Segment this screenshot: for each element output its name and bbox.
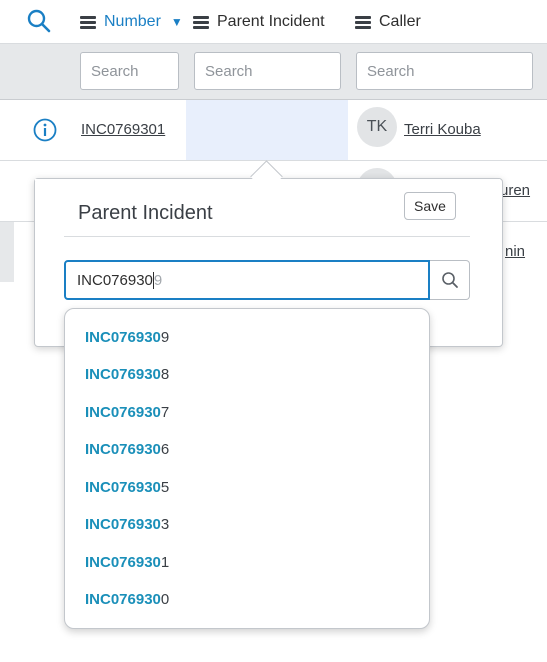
list-item[interactable]: INC0769301: [85, 554, 169, 571]
column-label[interactable]: Caller: [379, 13, 421, 31]
caller-link[interactable]: uren: [500, 182, 530, 199]
column-header-number[interactable]: Number ▼: [80, 10, 183, 34]
column-label[interactable]: Parent Incident: [217, 13, 325, 31]
column-header-parent-incident[interactable]: Parent Incident: [193, 10, 325, 34]
parent-incident-cell[interactable]: [186, 100, 348, 160]
info-icon[interactable]: [33, 118, 57, 142]
autocomplete-hint: 9: [153, 271, 163, 289]
column-header-caller[interactable]: Caller: [355, 10, 421, 34]
list-header: Number ▼ Parent Incident Caller: [0, 0, 547, 44]
caller-search-input[interactable]: Search: [356, 52, 533, 90]
popover-title: Parent Incident: [78, 202, 213, 224]
column-menu-icon[interactable]: [355, 16, 371, 29]
save-button[interactable]: Save: [404, 192, 456, 220]
list-item[interactable]: INC0769300: [85, 591, 169, 608]
parent-incident-search-input[interactable]: Search: [194, 52, 341, 90]
search-icon: [441, 272, 458, 288]
lookup-button[interactable]: [430, 260, 470, 300]
parent-incident-input[interactable]: INC076930 9: [64, 260, 430, 300]
popover-top-fill: [35, 179, 500, 181]
list-item[interactable]: INC0769305: [85, 479, 169, 496]
list-item[interactable]: INC0769306: [85, 441, 169, 458]
number-search-input[interactable]: Search: [80, 52, 179, 90]
typed-text: INC076930: [77, 271, 153, 289]
sort-descending-icon: ▼: [170, 15, 183, 29]
search-icon[interactable]: [27, 9, 51, 33]
list-item[interactable]: INC0769308: [85, 366, 169, 383]
row-edge: [0, 222, 14, 282]
table-row: INC0769301 TK Terri Kouba: [0, 100, 547, 161]
avatar: TK: [357, 107, 397, 147]
list-item[interactable]: INC0769303: [85, 516, 169, 533]
incident-number-link[interactable]: INC0769301: [81, 121, 165, 138]
caller-link[interactable]: nin: [505, 243, 525, 260]
column-menu-icon[interactable]: [193, 16, 209, 29]
suggestions-list: INC0769309 INC0769308 INC0769307 INC0769…: [64, 308, 430, 629]
filter-row: Search Search Search: [0, 44, 547, 100]
list-item[interactable]: INC0769307: [85, 404, 169, 421]
caller-link[interactable]: Terri Kouba: [404, 121, 481, 138]
list-item[interactable]: INC0769309: [85, 329, 169, 346]
column-label[interactable]: Number: [104, 13, 161, 31]
divider: [64, 236, 470, 237]
column-menu-icon[interactable]: [80, 16, 96, 29]
